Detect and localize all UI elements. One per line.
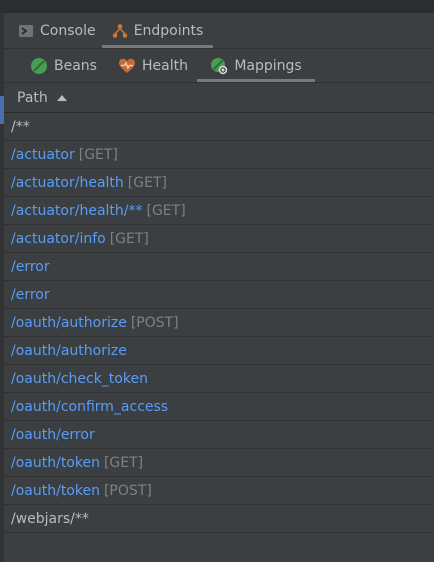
table-row[interactable]: /oauth/confirm_access	[4, 393, 434, 421]
tab-endpoints[interactable]: Endpoints	[102, 13, 213, 48]
tab-beans-label: Beans	[54, 57, 97, 74]
tab-mappings[interactable]: Mappings	[197, 49, 315, 82]
mapping-path: /actuator/health	[11, 174, 124, 191]
mappings-icon	[211, 57, 228, 74]
mapping-path: /error	[11, 258, 50, 275]
mapping-method: [GET]	[146, 202, 186, 219]
table-row[interactable]: /error	[4, 253, 434, 281]
secondary-tab-bar: Beans Health Mappings	[4, 49, 434, 83]
mapping-path: /oauth/authorize	[11, 342, 127, 359]
mappings-table: /** /actuator [GET] /actuator/health [GET]…	[4, 113, 434, 533]
mapping-path: /oauth/token	[11, 454, 100, 471]
mapping-path: /oauth/authorize	[11, 314, 127, 331]
mapping-path: /actuator/info	[11, 230, 106, 247]
table-empty-area	[4, 533, 434, 562]
tab-console[interactable]: Console	[18, 13, 96, 48]
table-row[interactable]: /oauth/authorize	[4, 337, 434, 365]
table-row[interactable]: /oauth/check_token	[4, 365, 434, 393]
mapping-path: /oauth/confirm_access	[11, 398, 169, 415]
mapping-method: [POST]	[130, 314, 179, 331]
tool-window: Console Endpoints Beans Health Mappings …	[0, 0, 434, 562]
table-row[interactable]: /**	[4, 113, 434, 141]
bean-icon	[31, 57, 47, 74]
tab-console-label: Console	[40, 22, 96, 39]
mapping-path: /actuator/health/**	[11, 202, 143, 219]
sort-ascending-icon	[56, 94, 67, 101]
mapping-method: [GET]	[109, 230, 149, 247]
active-subtab-indicator	[197, 79, 315, 82]
heart-icon	[119, 58, 135, 73]
table-row[interactable]: /actuator [GET]	[4, 141, 434, 169]
table-row[interactable]: /oauth/token [GET]	[4, 449, 434, 477]
table-row[interactable]: /actuator/health/** [GET]	[4, 197, 434, 225]
path-column-header[interactable]: Path	[4, 83, 434, 113]
path-column-label: Path	[17, 89, 48, 106]
active-tab-indicator	[102, 45, 213, 48]
mapping-path: /error	[11, 286, 50, 303]
tab-health-label: Health	[142, 57, 188, 74]
table-row[interactable]: /error	[4, 281, 434, 309]
primary-tab-bar: Console Endpoints	[4, 13, 434, 49]
console-icon	[19, 24, 33, 37]
tab-mappings-label: Mappings	[234, 57, 302, 74]
mapping-method: [GET]	[127, 174, 167, 191]
table-row[interactable]: /actuator/info [GET]	[4, 225, 434, 253]
mapping-method: [GET]	[78, 146, 118, 163]
endpoints-icon	[112, 23, 127, 38]
table-row[interactable]: /webjars/**	[4, 505, 434, 533]
tab-endpoints-label: Endpoints	[133, 22, 204, 39]
mapping-path: /oauth/check_token	[11, 370, 148, 387]
mapping-path: /oauth/error	[11, 426, 95, 443]
mapping-path: /webjars/**	[11, 510, 89, 527]
table-row[interactable]: /oauth/error	[4, 421, 434, 449]
tab-beans[interactable]: Beans	[30, 49, 97, 82]
mapping-path: /actuator	[11, 146, 75, 163]
mapping-path: /oauth/token	[11, 482, 100, 499]
mapping-method: [GET]	[103, 454, 144, 471]
window-top-strip	[0, 0, 434, 13]
mapping-method: [POST]	[103, 482, 152, 499]
mapping-path: /**	[11, 118, 30, 135]
table-row[interactable]: /oauth/authorize [POST]	[4, 309, 434, 337]
tab-health[interactable]: Health	[118, 49, 188, 82]
table-row[interactable]: /oauth/token [POST]	[4, 477, 434, 505]
table-row[interactable]: /actuator/health [GET]	[4, 169, 434, 197]
